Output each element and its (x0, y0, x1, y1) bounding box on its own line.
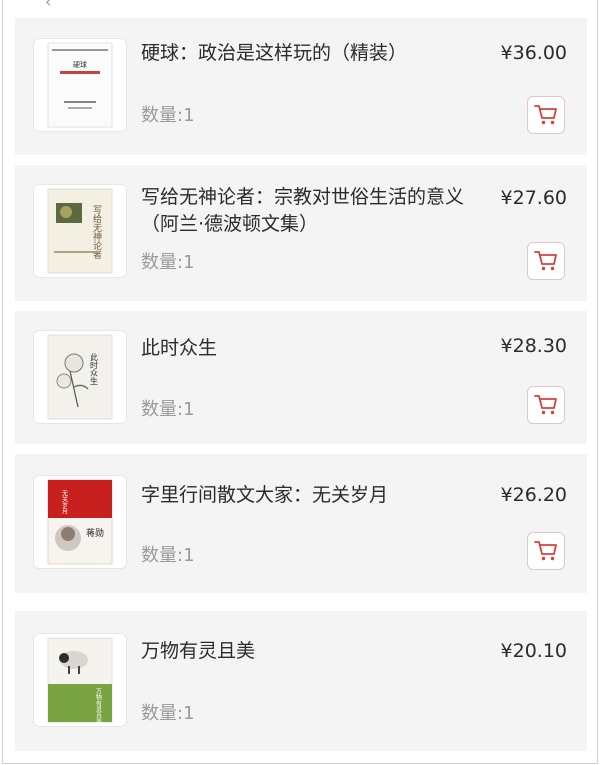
order-list-screen: ‹ 硬球 硬球：政治是这样玩的（精装） ¥36.00 数量:1 写给无神论者 写… (2, 0, 598, 764)
cart-icon (534, 105, 557, 125)
item-price: ¥36.00 (500, 42, 567, 64)
cover-title: 硬球 (73, 60, 87, 69)
item-quantity: 数量:1 (141, 545, 195, 566)
item-title[interactable]: 此时众生 (141, 335, 471, 362)
cover-title: 写给无神论者 (91, 205, 102, 259)
book-cover-red-icon: 无关岁月 蒋勋 (47, 479, 113, 565)
item-price: ¥26.20 (500, 484, 567, 506)
list-item[interactable]: 此时众生 此时众生 ¥28.30 数量:1 (15, 311, 587, 444)
item-title[interactable]: 字里行间散文大家：无关岁月 (141, 482, 471, 509)
book-cover-cream-icon: 写给无神论者 (47, 188, 113, 274)
list-item[interactable]: 写给无神论者 写给无神论者：宗教对世俗生活的意义（阿兰·德波顿文集） ¥27.6… (15, 165, 587, 301)
add-to-cart-button[interactable] (527, 386, 565, 424)
book-cover-image[interactable]: 硬球 (33, 38, 127, 132)
cart-icon (534, 541, 557, 561)
item-title[interactable]: 写给无神论者：宗教对世俗生活的意义（阿兰·德波顿文集） (141, 184, 471, 238)
book-cover-image[interactable]: 写给无神论者 (33, 184, 127, 278)
item-price: ¥27.60 (500, 187, 567, 209)
book-cover-image[interactable]: 无关岁月 蒋勋 (33, 475, 127, 569)
cover-title: 蒋勋 (86, 527, 104, 539)
item-quantity: 数量:1 (141, 105, 195, 126)
book-cover-image[interactable]: 此时众生 (33, 330, 127, 424)
add-to-cart-button[interactable] (527, 96, 565, 134)
cart-icon (534, 251, 557, 271)
item-title[interactable]: 硬球：政治是这样玩的（精装） (141, 40, 471, 67)
book-cover-flower-icon: 此时众生 (47, 334, 113, 420)
cover-title: 此时众生 (90, 352, 99, 385)
item-quantity: 数量:1 (141, 703, 195, 724)
book-cover-image[interactable]: 万物有灵且美 (33, 633, 127, 727)
item-quantity: 数量:1 (141, 399, 195, 420)
cart-icon (534, 395, 557, 415)
add-to-cart-button[interactable] (527, 242, 565, 280)
list-item[interactable]: 硬球 硬球：政治是这样玩的（精装） ¥36.00 数量:1 (15, 18, 587, 155)
item-title[interactable]: 万物有灵且美 (141, 638, 471, 665)
back-arrow-icon[interactable]: ‹ (45, 0, 51, 11)
list-item[interactable]: 万物有灵且美 万物有灵且美 ¥20.10 数量:1 (15, 611, 587, 751)
svg-text:无关岁月: 无关岁月 (61, 490, 68, 515)
item-price: ¥20.10 (500, 640, 567, 662)
book-cover-white-icon: 硬球 (47, 42, 113, 128)
add-to-cart-button[interactable] (527, 532, 565, 570)
product-list: 硬球 硬球：政治是这样玩的（精装） ¥36.00 数量:1 写给无神论者 写给无… (15, 18, 587, 761)
list-item[interactable]: 无关岁月 蒋勋 字里行间散文大家：无关岁月 ¥26.20 数量:1 (15, 454, 587, 593)
book-cover-green-icon: 万物有灵且美 (47, 637, 113, 725)
item-quantity: 数量:1 (141, 252, 195, 273)
item-price: ¥28.30 (500, 335, 567, 357)
cover-title: 万物有灵且美 (95, 688, 102, 725)
